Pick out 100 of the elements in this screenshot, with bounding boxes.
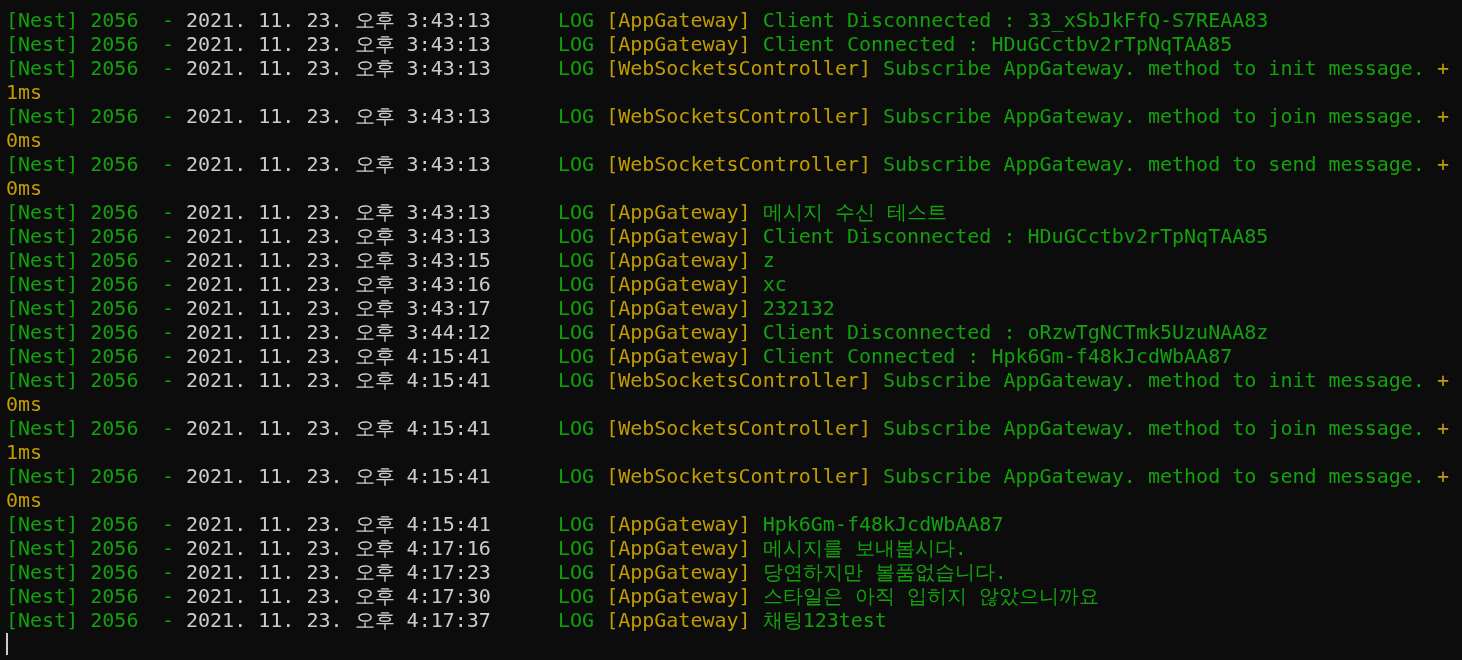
elapsed-plus-sign: + [1436,368,1449,392]
timestamp: 2021. 11. 23. 오후 3:44:12 [186,320,492,344]
timestamp: 2021. 11. 23. 오후 3:43:13 [186,104,492,128]
log-message: 232132 [762,296,835,320]
context-tag: [WebSocketsController] [606,56,872,80]
process-tag: [Nest] 2056 [6,296,162,320]
timestamp: 2021. 11. 23. 오후 4:17:37 [186,608,492,632]
elapsed-plus-sign: + [1436,56,1449,80]
log-message: Client Disconnected : HDuGCctbv2rTpNqTAA85 [762,224,1269,248]
process-tag: [Nest] 2056 [6,152,162,176]
context-tag: [WebSocketsController] [606,152,872,176]
separator-dash: - [162,512,176,536]
timestamp: 2021. 11. 23. 오후 4:15:41 [186,416,492,440]
context-tag: [AppGateway] [606,32,751,56]
log-message: Client Connected : Hpk6Gm-f48kJcdWbAA87 [762,344,1233,368]
context-tag: [AppGateway] [606,200,751,224]
log-level: LOG [558,512,595,536]
separator-dash: - [162,224,176,248]
process-tag: [Nest] 2056 [6,200,162,224]
text-cursor [6,633,8,655]
process-tag: [Nest] 2056 [6,32,162,56]
context-tag: [AppGateway] [606,512,751,536]
process-tag: [Nest] 2056 [6,536,162,560]
log-level: LOG [558,32,595,56]
log-level: LOG [558,560,595,584]
context-tag: [AppGateway] [606,320,751,344]
separator-dash: - [162,608,176,632]
process-tag: [Nest] 2056 [6,416,162,440]
context-tag: [WebSocketsController] [606,416,872,440]
log-message: Subscribe AppGateway. method to init message. [883,368,1425,392]
separator-dash: - [162,248,176,272]
context-tag: [AppGateway] [606,296,751,320]
process-tag: [Nest] 2056 [6,272,162,296]
log-message: Subscribe AppGateway. method to send message. [883,464,1425,488]
log-level: LOG [558,464,595,488]
log-message: Client Disconnected : oRzwTgNCTmk5UzuNAA8z [762,320,1269,344]
log-message: Hpk6Gm-f48kJcdWbAA87 [762,512,1004,536]
log-level: LOG [558,8,595,32]
log-message: z [762,248,775,272]
timestamp: 2021. 11. 23. 오후 4:15:41 [186,512,492,536]
log-level: LOG [558,296,595,320]
elapsed-time: 1ms [6,440,43,464]
timestamp: 2021. 11. 23. 오후 3:43:13 [186,8,492,32]
timestamp: 2021. 11. 23. 오후 4:17:30 [186,584,492,608]
timestamp: 2021. 11. 23. 오후 3:43:13 [186,56,492,80]
log-level: LOG [558,416,595,440]
process-tag: [Nest] 2056 [6,104,162,128]
context-tag: [AppGateway] [606,536,751,560]
separator-dash: - [162,56,176,80]
log-level: LOG [558,608,595,632]
log-message: Client Disconnected : 33_xSbJkFfQ-S7REAA83 [762,8,1269,32]
process-tag: [Nest] 2056 [6,248,162,272]
context-tag: [AppGateway] [606,608,751,632]
timestamp: 2021. 11. 23. 오후 3:43:17 [186,296,492,320]
elapsed-plus-sign: + [1436,104,1449,128]
log-level: LOG [558,248,595,272]
separator-dash: - [162,464,176,488]
process-tag: [Nest] 2056 [6,560,162,584]
timestamp: 2021. 11. 23. 오후 3:43:13 [186,224,492,248]
context-tag: [AppGateway] [606,224,751,248]
context-tag: [AppGateway] [606,344,751,368]
log-level: LOG [558,584,595,608]
process-tag: [Nest] 2056 [6,608,162,632]
separator-dash: - [162,200,176,224]
separator-dash: - [162,296,176,320]
separator-dash: - [162,560,176,584]
context-tag: [AppGateway] [606,248,751,272]
log-message: Subscribe AppGateway. method to join message. [883,104,1425,128]
context-tag: [AppGateway] [606,584,751,608]
timestamp: 2021. 11. 23. 오후 4:17:16 [186,536,492,560]
process-tag: [Nest] 2056 [6,368,162,392]
separator-dash: - [162,152,176,176]
log-message: 스타일은 아직 입히지 않았으니까요 [762,584,1099,608]
separator-dash: - [162,272,176,296]
log-message: Client Connected : HDuGCctbv2rTpNqTAA85 [762,32,1233,56]
process-tag: [Nest] 2056 [6,56,162,80]
process-tag: [Nest] 2056 [6,512,162,536]
separator-dash: - [162,584,176,608]
log-message: Subscribe AppGateway. method to join message. [883,416,1425,440]
separator-dash: - [162,536,176,560]
timestamp: 2021. 11. 23. 오후 3:43:13 [186,32,492,56]
elapsed-time: 0ms [6,392,43,416]
timestamp: 2021. 11. 23. 오후 4:15:41 [186,344,492,368]
process-tag: [Nest] 2056 [6,344,162,368]
context-tag: [WebSocketsController] [606,464,872,488]
context-tag: [WebSocketsController] [606,368,872,392]
elapsed-time: 0ms [6,488,43,512]
log-level: LOG [558,344,595,368]
context-tag: [AppGateway] [606,272,751,296]
log-level: LOG [558,56,595,80]
elapsed-time: 0ms [6,176,43,200]
timestamp: 2021. 11. 23. 오후 4:15:41 [186,464,492,488]
context-tag: [AppGateway] [606,8,751,32]
log-level: LOG [558,152,595,176]
separator-dash: - [162,104,176,128]
log-level: LOG [558,104,595,128]
elapsed-time: 0ms [6,128,43,152]
context-tag: [WebSocketsController] [606,104,872,128]
process-tag: [Nest] 2056 [6,320,162,344]
log-level: LOG [558,368,595,392]
